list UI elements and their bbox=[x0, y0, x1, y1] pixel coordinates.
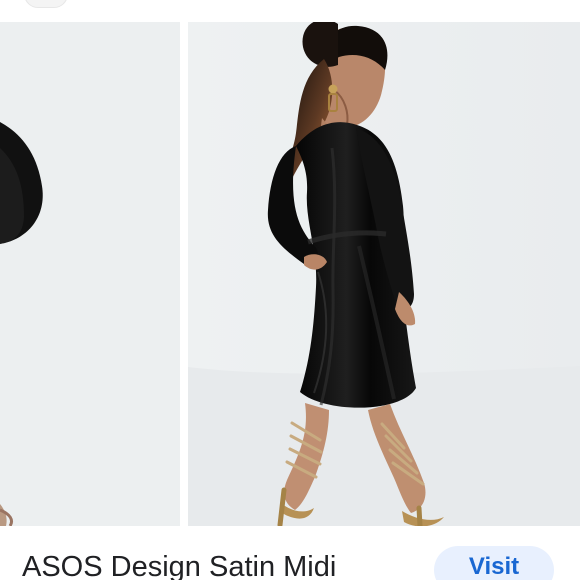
current-product-photo[interactable] bbox=[188, 22, 580, 526]
model-dress-image bbox=[188, 22, 580, 526]
previous-product-photo[interactable] bbox=[0, 22, 180, 526]
product-title-row: ASOS Design Satin Midi Visit bbox=[0, 526, 580, 580]
product-image-result: ASOS Design Satin Midi Visit bbox=[0, 0, 580, 580]
image-viewer-handle[interactable] bbox=[24, 0, 68, 8]
previous-product-image bbox=[0, 22, 180, 526]
image-carousel[interactable] bbox=[0, 22, 580, 526]
visit-button[interactable]: Visit bbox=[434, 546, 554, 580]
product-title[interactable]: ASOS Design Satin Midi bbox=[22, 550, 336, 580]
